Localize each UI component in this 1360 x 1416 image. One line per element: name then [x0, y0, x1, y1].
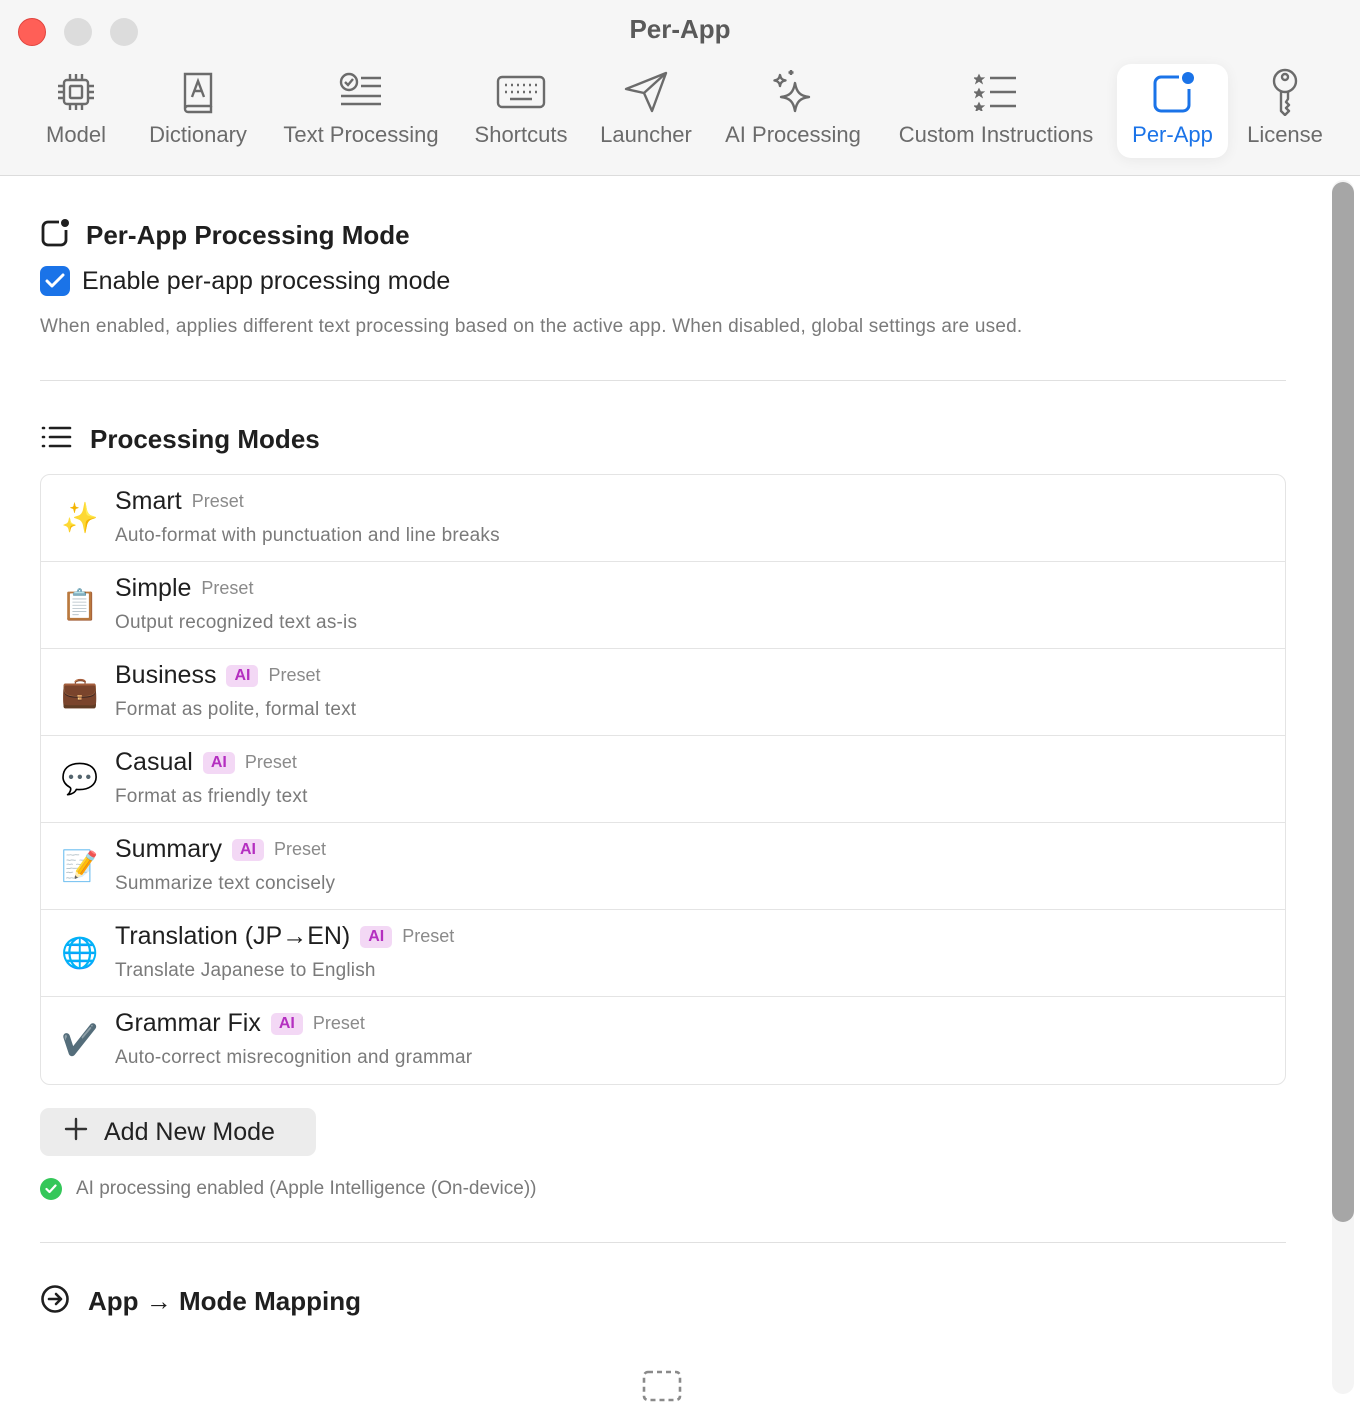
per-app-settings-pane: Per-App Processing Mode Enable per-app p…: [0, 176, 1330, 1416]
mode-row-summary[interactable]: 📝 Summary AI Preset Summarize text conci…: [41, 823, 1285, 910]
preset-label: Preset: [244, 752, 297, 772]
mode-name: Business: [115, 661, 217, 689]
app-badge-icon: [1151, 64, 1195, 120]
tab-license[interactable]: License: [1240, 64, 1330, 158]
checkbox-label[interactable]: Enable per-app processing mode: [82, 267, 450, 296]
cpu-chip-icon: [56, 64, 96, 120]
tab-label: Text Processing: [283, 122, 439, 147]
window-toolbar: Per-App Model Dictionary Text Processing…: [0, 0, 1360, 176]
processing-modes-list: ✨ Smart Preset Auto-format with punctuat…: [40, 474, 1286, 1085]
window-title: Per-App: [629, 14, 731, 44]
sparkles-emoji-icon: ✨: [61, 502, 99, 535]
mode-description: Auto-format with punctuation and line br…: [115, 525, 500, 546]
enable-per-app-row: Enable per-app processing mode: [40, 266, 450, 296]
preset-label: Preset: [201, 578, 254, 598]
mode-name: Casual: [115, 748, 193, 776]
mode-name: Translation (JP→EN): [115, 922, 351, 950]
mode-row-casual[interactable]: 💬 Casual AI Preset Format as friendly te…: [41, 736, 1285, 823]
tab-label: License: [1247, 122, 1323, 147]
mode-description: Auto-correct misrecognition and grammar: [115, 1047, 473, 1068]
section-divider: [40, 1242, 1286, 1243]
memo-emoji-icon: 📝: [61, 850, 99, 883]
mode-description: Summarize text concisely: [115, 873, 336, 894]
tab-ai-processing[interactable]: AI Processing: [718, 64, 868, 158]
processing-modes-header: Processing Modes: [40, 424, 320, 455]
preset-label: Preset: [312, 1013, 365, 1033]
scrollbar-thumb[interactable]: [1332, 182, 1354, 1222]
mode-name: Summary: [115, 835, 222, 863]
ai-status-text: AI processing enabled (Apple Intelligenc…: [76, 1178, 537, 1199]
clipboard-emoji-icon: 📋: [61, 589, 99, 622]
dictionary-book-icon: [179, 64, 217, 120]
tab-label: Dictionary: [149, 122, 247, 147]
plus-icon: [64, 1117, 88, 1147]
mapping-section-header: App → Mode Mapping: [40, 1284, 361, 1319]
sparkles-icon: [771, 64, 815, 120]
mode-description: Format as friendly text: [115, 786, 308, 807]
app-badge-icon: [40, 218, 70, 253]
mode-name: Simple: [115, 574, 192, 602]
mode-row-grammar-fix[interactable]: ✔️ Grammar Fix AI Preset Auto-correct mi…: [41, 997, 1285, 1084]
tab-label: Shortcuts: [474, 122, 568, 147]
enable-per-app-checkbox[interactable]: [40, 266, 70, 296]
preset-label: Preset: [191, 491, 244, 511]
tab-shortcuts[interactable]: Shortcuts: [466, 64, 576, 158]
tab-model[interactable]: Model: [36, 64, 116, 158]
ai-badge: AI: [226, 664, 259, 687]
mode-description: Output recognized text as-is: [115, 612, 358, 633]
list-stars-icon: [974, 64, 1018, 120]
text-check-icon: [339, 64, 383, 120]
preset-label: Preset: [402, 926, 455, 946]
preset-label: Preset: [273, 839, 326, 859]
key-icon: [1270, 64, 1300, 120]
list-icon: [40, 425, 72, 454]
tab-label: Launcher: [600, 122, 692, 147]
empty-dashed-rect-icon: [642, 1370, 682, 1407]
mode-row-business[interactable]: 💼 Business AI Preset Format as polite, f…: [41, 649, 1285, 736]
tab-launcher[interactable]: Launcher: [594, 64, 698, 158]
arrow-circle-icon: [40, 1284, 70, 1319]
briefcase-emoji-icon: 💼: [61, 676, 99, 709]
per-app-help-text: When enabled, applies different text pro…: [40, 316, 1023, 337]
mode-name: Smart: [115, 487, 182, 515]
check-mark-emoji-icon: ✔️: [61, 1024, 99, 1057]
ai-badge: AI: [202, 751, 235, 774]
speech-bubble-emoji-icon: 💬: [61, 763, 99, 796]
tab-dictionary[interactable]: Dictionary: [140, 64, 256, 158]
preset-label: Preset: [268, 665, 321, 685]
tab-label: Custom Instructions: [898, 122, 1094, 147]
tab-label: Per-App: [1132, 122, 1213, 147]
globe-emoji-icon: 🌐: [61, 937, 99, 970]
section-title: Processing Modes: [90, 424, 320, 454]
mode-row-smart[interactable]: ✨ Smart Preset Auto-format with punctuat…: [41, 475, 1285, 562]
add-new-mode-label: Add New Mode: [104, 1117, 275, 1146]
ai-badge: AI: [231, 838, 264, 861]
section-title: Per-App Processing Mode: [86, 220, 410, 250]
tab-per-app[interactable]: Per-App: [1117, 64, 1228, 158]
section-divider: [40, 380, 1286, 381]
tab-label: AI Processing: [725, 122, 861, 147]
per-app-section-header: Per-App Processing Mode: [40, 218, 410, 253]
mode-name: Grammar Fix: [115, 1009, 261, 1037]
tab-text-processing[interactable]: Text Processing: [274, 64, 448, 158]
ai-badge: AI: [360, 925, 393, 948]
mode-row-translation[interactable]: 🌐 Translation (JP→EN) AI Preset Translat…: [41, 910, 1285, 997]
mode-row-simple[interactable]: 📋 Simple Preset Output recognized text a…: [41, 562, 1285, 649]
tab-custom-instructions[interactable]: Custom Instructions: [886, 64, 1106, 158]
mode-description: Format as polite, formal text: [115, 699, 357, 720]
ai-badge: AI: [270, 1012, 303, 1035]
section-title: App → Mode Mapping: [88, 1286, 361, 1316]
mode-description: Translate Japanese to English: [115, 960, 376, 981]
paper-plane-icon: [624, 64, 668, 120]
ai-status-row: AI processing enabled (Apple Intelligenc…: [40, 1178, 536, 1200]
keyboard-icon: [496, 64, 546, 120]
tab-label: Model: [46, 122, 106, 147]
add-new-mode-button[interactable]: Add New Mode: [40, 1108, 316, 1156]
check-circle-icon: [40, 1178, 62, 1200]
